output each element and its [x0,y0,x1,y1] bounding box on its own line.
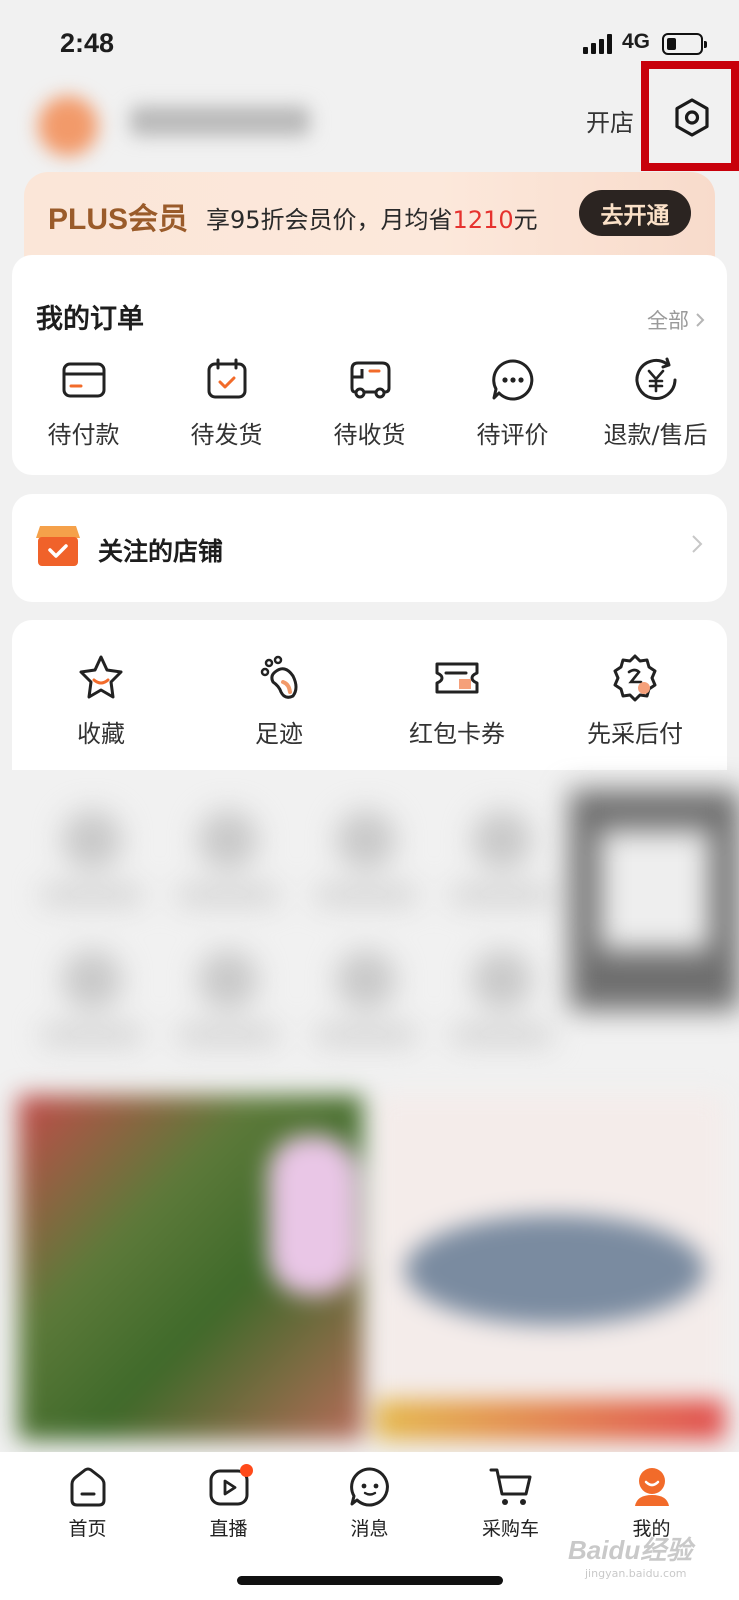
network-type: 4G [622,30,651,53]
home-indicator [237,1576,503,1585]
signal-icon [583,34,612,54]
favorites-link[interactable]: 收藏 [12,652,190,749]
box-icon [207,358,246,399]
message-icon [349,1467,389,1507]
wallet-icon [62,362,105,398]
my-orders-card: 我的订单 全部 待付款 待发货 待收货 待评价 退款/售后 [12,255,727,475]
coupon-icon [435,662,479,694]
refund-icon [635,357,676,400]
pay-later-icon [613,654,657,702]
quick-links-card: 收藏 足迹 红包卡券 先采后付 [12,620,727,770]
plus-description: 享95折会员价，月均省1210元 [206,206,538,234]
plus-amount: 1210 [452,206,514,234]
battery-icon [662,33,707,55]
plus-activate-button[interactable]: 去开通 [579,190,691,236]
order-pending-payment[interactable]: 待付款 [12,355,155,450]
shop-icon [36,526,80,566]
user-profile-blurred[interactable] [30,78,350,168]
live-badge-dot [240,1464,253,1477]
feed-card-right[interactable] [375,1095,725,1440]
tab-messages[interactable]: 消息 [299,1464,440,1541]
watermark-url: jingyan.baidu.com [585,1567,687,1580]
watermark-logo: Baidu经验 [568,1535,693,1565]
order-pending-shipment[interactable]: 待发货 [155,355,298,450]
truck-icon [350,361,390,399]
avatar [38,96,98,156]
chevron-right-icon [696,313,705,327]
blurred-tools-grid [0,770,739,1080]
chat-icon [491,359,533,401]
footprint-icon [260,655,298,699]
username-blurred [130,106,310,136]
followed-stores-row[interactable]: 关注的店铺 [12,494,727,602]
cart-icon [489,1468,531,1505]
order-pending-review[interactable]: 待评价 [441,355,584,450]
blurred-product-feed [0,1085,739,1450]
coupons-link[interactable]: 红包卡券 [368,652,546,749]
highlight-annotation-box [641,61,739,171]
feed-card-left[interactable] [18,1095,363,1440]
pay-later-link[interactable]: 先采后付 [546,652,724,749]
orders-title: 我的订单 [36,304,144,335]
plus-membership-banner[interactable]: PLUS会员 享95折会员价，月均省1210元 去开通 [24,172,715,258]
profile-icon [634,1468,669,1506]
footprint-link[interactable]: 足迹 [190,652,368,749]
order-pending-receipt[interactable]: 待收货 [298,355,441,450]
star-icon [79,655,123,699]
tab-home[interactable]: 首页 [17,1464,158,1541]
home-icon [70,1467,105,1507]
order-refund-aftersale[interactable]: 退款/售后 [584,355,727,450]
chevron-right-icon [692,535,703,553]
tab-cart[interactable]: 采购车 [440,1464,581,1541]
tab-live[interactable]: 直播 [158,1464,299,1541]
status-time: 2:48 [60,28,115,58]
orders-all-link[interactable]: 全部 [647,305,705,335]
followed-stores-label: 关注的店铺 [98,537,224,566]
status-bar: 2:48 4G [0,0,739,80]
plus-title: PLUS会员 [48,203,189,236]
open-store-link[interactable]: 开店 [586,103,634,138]
